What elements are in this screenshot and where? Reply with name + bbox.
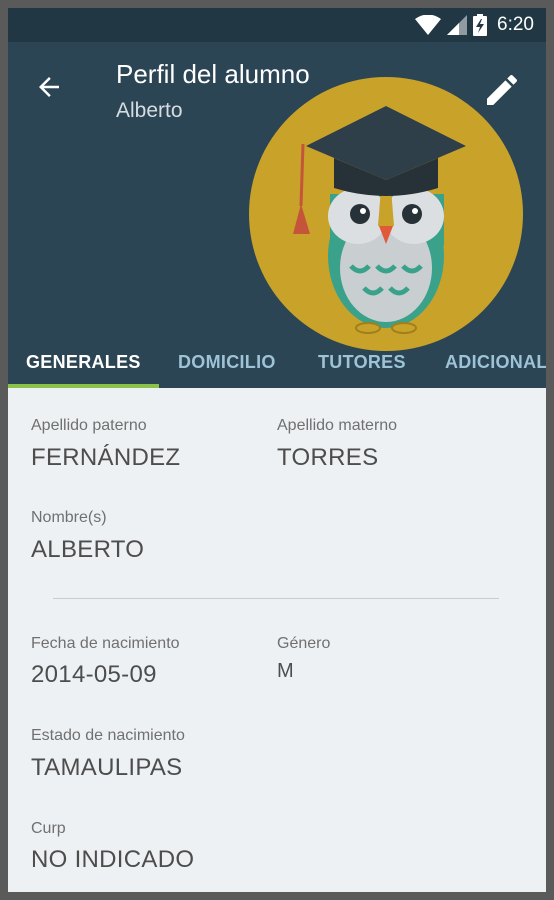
tab-generales[interactable]: GENERALES [26,352,141,373]
label-curp: Curp [31,820,66,837]
status-clock: 6:20 [497,14,534,35]
value-nombres: ALBERTO [31,536,145,563]
tab-bar: GENERALES DOMICILIO TUTORES ADICIONAL [8,342,546,388]
tab-adicional[interactable]: ADICIONAL [445,352,546,373]
value-estado-nacimiento: TAMAULIPAS [31,754,183,781]
status-icons: 6:20 [415,13,534,37]
battery-charging-icon [473,14,488,36]
tab-indicator [8,384,159,388]
signal-icon [447,15,468,35]
back-arrow-icon[interactable] [34,72,64,102]
value-genero: M [277,660,294,682]
label-fecha-nacimiento: Fecha de nacimiento [31,635,180,652]
app-bar: Perfil del alumno Alberto GENERALES DOMI… [8,42,546,388]
label-apellido-paterno: Apellido paterno [31,417,147,434]
phone-screen: 6:20 Perfil del alumno Alberto GENERALES… [8,8,546,892]
label-estado-nacimiento: Estado de nacimiento [31,727,185,744]
owl-graduate-avatar [249,77,523,351]
value-curp: NO INDICADO [31,846,195,873]
value-apellido-materno: TORRES [277,444,379,471]
value-apellido-paterno: FERNÁNDEZ [31,444,181,471]
wifi-icon [415,15,442,35]
edit-pencil-icon[interactable] [482,70,522,110]
tab-domicilio[interactable]: DOMICILIO [178,352,276,373]
page-subtitle: Alberto [116,99,183,122]
status-bar: 6:20 [8,8,546,42]
value-fecha-nacimiento: 2014-05-09 [31,661,157,688]
label-apellido-materno: Apellido materno [277,417,398,434]
tab-tutores[interactable]: TUTORES [318,352,406,373]
label-genero: Género [277,635,331,652]
section-divider [53,598,499,599]
label-nombres: Nombre(s) [31,509,107,526]
